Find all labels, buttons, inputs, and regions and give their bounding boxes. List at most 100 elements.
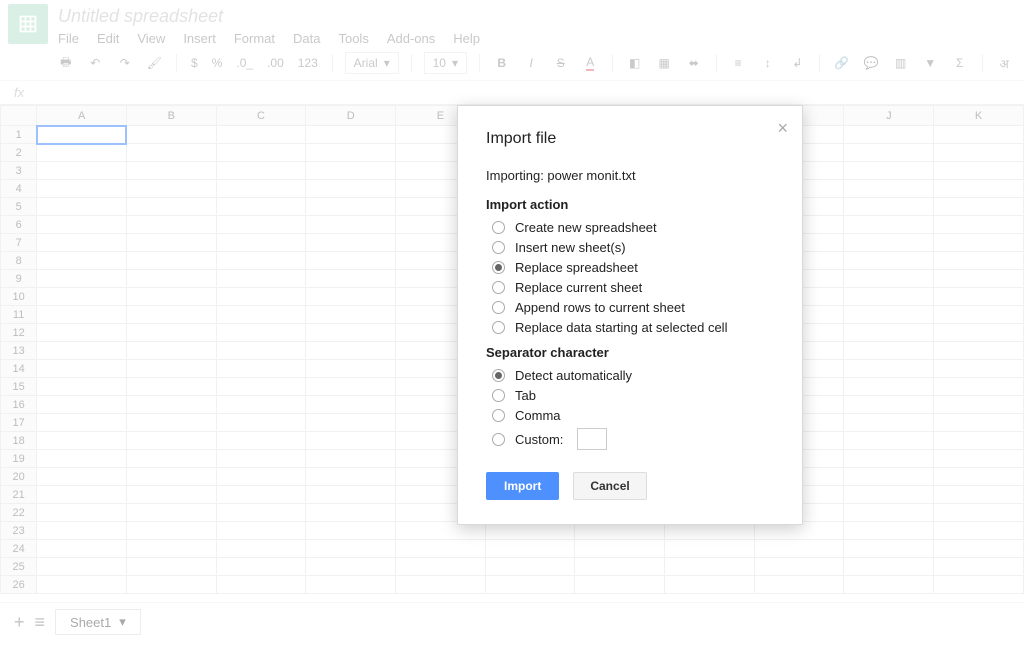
undo-icon[interactable]: ↶ bbox=[86, 52, 106, 74]
close-icon[interactable]: × bbox=[777, 118, 788, 139]
separator-option[interactable]: Tab bbox=[492, 388, 774, 403]
row-header[interactable]: 6 bbox=[1, 216, 37, 234]
cell[interactable] bbox=[216, 270, 306, 288]
cell[interactable] bbox=[37, 144, 127, 162]
row-header[interactable]: 26 bbox=[1, 576, 37, 594]
cell[interactable] bbox=[37, 324, 127, 342]
separator-option[interactable]: Comma bbox=[492, 408, 774, 423]
cell[interactable] bbox=[37, 162, 127, 180]
comment-icon[interactable]: 💬 bbox=[861, 52, 881, 74]
cell[interactable] bbox=[306, 324, 396, 342]
cell[interactable] bbox=[126, 450, 216, 468]
cell[interactable] bbox=[126, 252, 216, 270]
menu-edit[interactable]: Edit bbox=[97, 31, 119, 46]
import-action-option[interactable]: Insert new sheet(s) bbox=[492, 240, 774, 255]
row-header[interactable]: 8 bbox=[1, 252, 37, 270]
cell[interactable] bbox=[934, 396, 1024, 414]
cell[interactable] bbox=[126, 270, 216, 288]
menu-help[interactable]: Help bbox=[453, 31, 480, 46]
cell[interactable] bbox=[934, 486, 1024, 504]
row-header[interactable]: 20 bbox=[1, 468, 37, 486]
menu-file[interactable]: File bbox=[58, 31, 79, 46]
decimal-decrease-button[interactable]: .0_ bbox=[234, 56, 255, 70]
cell[interactable] bbox=[126, 306, 216, 324]
cell[interactable] bbox=[126, 180, 216, 198]
cell[interactable] bbox=[306, 396, 396, 414]
row-header[interactable]: 15 bbox=[1, 378, 37, 396]
cell[interactable] bbox=[934, 162, 1024, 180]
cell[interactable] bbox=[934, 324, 1024, 342]
cell[interactable] bbox=[37, 360, 127, 378]
cell[interactable] bbox=[306, 234, 396, 252]
cell[interactable] bbox=[844, 252, 934, 270]
cell[interactable] bbox=[37, 558, 127, 576]
separator-option[interactable]: Custom: bbox=[492, 428, 774, 450]
chart-icon[interactable]: ▥ bbox=[891, 52, 911, 74]
cell[interactable] bbox=[37, 414, 127, 432]
sheet-tab[interactable]: Sheet1 ▾ bbox=[55, 609, 141, 635]
cell[interactable] bbox=[216, 126, 306, 144]
cell[interactable] bbox=[306, 540, 396, 558]
cell[interactable] bbox=[126, 234, 216, 252]
import-action-option[interactable]: Replace spreadsheet bbox=[492, 260, 774, 275]
cell[interactable] bbox=[934, 468, 1024, 486]
cell[interactable] bbox=[306, 144, 396, 162]
cell[interactable] bbox=[216, 180, 306, 198]
cell[interactable] bbox=[306, 378, 396, 396]
cell[interactable] bbox=[844, 522, 934, 540]
col-header[interactable]: J bbox=[844, 106, 934, 126]
cell[interactable] bbox=[37, 234, 127, 252]
import-action-option[interactable]: Append rows to current sheet bbox=[492, 300, 774, 315]
cell[interactable] bbox=[754, 558, 844, 576]
cell[interactable] bbox=[126, 162, 216, 180]
cell[interactable] bbox=[126, 198, 216, 216]
functions-icon[interactable]: Σ bbox=[950, 52, 970, 74]
paint-format-icon[interactable]: 🖌 bbox=[145, 52, 165, 74]
row-header[interactable]: 2 bbox=[1, 144, 37, 162]
cell[interactable] bbox=[934, 306, 1024, 324]
cell[interactable] bbox=[306, 468, 396, 486]
cell[interactable] bbox=[396, 576, 486, 594]
cell[interactable] bbox=[37, 180, 127, 198]
cell[interactable] bbox=[844, 144, 934, 162]
cell[interactable] bbox=[665, 540, 755, 558]
cell[interactable] bbox=[37, 396, 127, 414]
cell[interactable] bbox=[126, 216, 216, 234]
cell[interactable] bbox=[844, 450, 934, 468]
cell[interactable] bbox=[37, 468, 127, 486]
cell[interactable] bbox=[216, 342, 306, 360]
cell[interactable] bbox=[934, 198, 1024, 216]
sheets-logo[interactable] bbox=[8, 4, 48, 44]
borders-icon[interactable]: ▦ bbox=[654, 52, 674, 74]
font-size-selector[interactable]: 10▾ bbox=[424, 52, 467, 74]
cell[interactable] bbox=[216, 576, 306, 594]
print-icon[interactable]: 🖶 bbox=[56, 52, 76, 74]
cell[interactable] bbox=[754, 576, 844, 594]
row-header[interactable]: 1 bbox=[1, 126, 37, 144]
cell[interactable] bbox=[37, 342, 127, 360]
cell[interactable] bbox=[126, 378, 216, 396]
cell[interactable] bbox=[934, 234, 1024, 252]
menu-tools[interactable]: Tools bbox=[338, 31, 368, 46]
cell[interactable] bbox=[934, 360, 1024, 378]
menu-format[interactable]: Format bbox=[234, 31, 275, 46]
cell[interactable] bbox=[934, 180, 1024, 198]
cell[interactable] bbox=[844, 486, 934, 504]
cell[interactable] bbox=[216, 504, 306, 522]
valign-icon[interactable]: ↕ bbox=[758, 52, 778, 74]
cell[interactable] bbox=[306, 576, 396, 594]
col-header[interactable]: D bbox=[306, 106, 396, 126]
cell[interactable] bbox=[934, 252, 1024, 270]
cell[interactable] bbox=[306, 252, 396, 270]
cell[interactable] bbox=[844, 162, 934, 180]
cell[interactable] bbox=[934, 576, 1024, 594]
cell[interactable] bbox=[126, 504, 216, 522]
cell[interactable] bbox=[126, 360, 216, 378]
cell[interactable] bbox=[37, 540, 127, 558]
cell[interactable] bbox=[844, 432, 934, 450]
cell[interactable] bbox=[575, 558, 665, 576]
cell[interactable] bbox=[37, 486, 127, 504]
cell[interactable] bbox=[216, 396, 306, 414]
cell[interactable] bbox=[37, 126, 127, 144]
cell[interactable] bbox=[844, 126, 934, 144]
